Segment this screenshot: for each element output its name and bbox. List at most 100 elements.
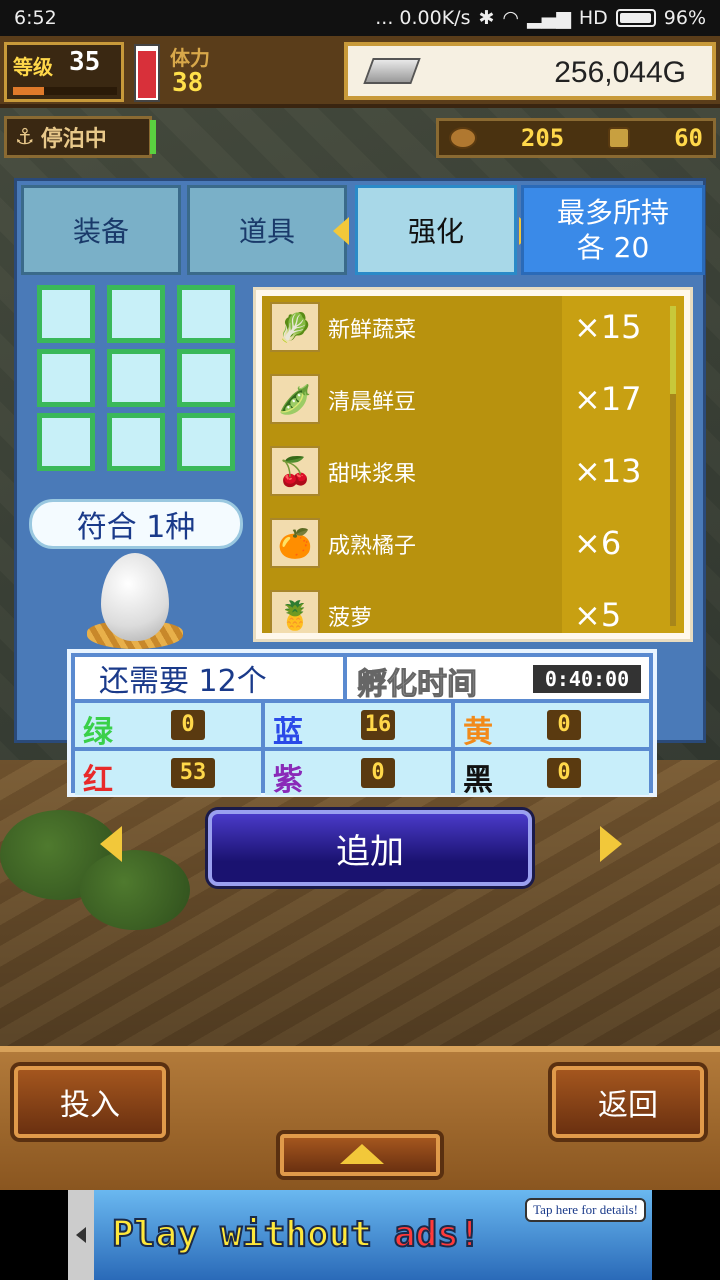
stat-label: 绿 <box>83 715 113 750</box>
stat-value: 53 <box>171 758 215 788</box>
list-item[interactable]: 🍒 甜味浆果 ×13 <box>262 440 684 512</box>
next-arrow-icon[interactable] <box>600 826 622 862</box>
item-name: 新鲜蔬菜 <box>328 318 417 343</box>
food-icon <box>449 127 477 149</box>
berry-icon: 🍒 <box>270 446 320 496</box>
incubation-panel: 装备 道具 强化 最多所持 各 20 符合 1种 🥬 新鲜蔬菜 ×15 🫛 清晨… <box>14 178 706 798</box>
back-button-label: 返回 <box>598 1088 658 1123</box>
stamina-label: 体力 <box>170 46 210 70</box>
slot[interactable] <box>37 349 95 407</box>
tree-decoration <box>80 850 190 930</box>
gold-display: 256,044G <box>344 42 716 100</box>
ad-tip[interactable]: Tap here for details! <box>525 1198 646 1222</box>
stat-red: 红 53 <box>75 751 261 798</box>
stat-value: 0 <box>547 710 581 740</box>
ingredient-slots <box>37 285 241 499</box>
stamina-gauge <box>134 44 160 102</box>
ad-banner[interactable]: Play without ads! Tap here for details! <box>68 1190 652 1280</box>
pineapple-icon: 🍍 <box>270 590 320 633</box>
tab-enhance-label: 强化 <box>407 215 464 248</box>
slot[interactable] <box>177 285 235 343</box>
stat-label: 蓝 <box>273 715 303 750</box>
tab-equipment-label: 装备 <box>72 215 129 248</box>
insert-button[interactable]: 投入 <box>14 1066 166 1138</box>
stat-purple: 紫 0 <box>265 751 451 798</box>
stat-label: 黄 <box>463 715 493 750</box>
stat-blue: 蓝 16 <box>265 703 451 750</box>
level-value: 35 <box>69 47 101 77</box>
level-box: 等级 35 <box>4 42 124 102</box>
orange-icon: 🍊 <box>270 518 320 568</box>
level-progress-fill <box>13 87 45 95</box>
max-hold-line1: 最多所持 <box>556 196 669 229</box>
item-count: ×15 <box>562 296 684 368</box>
network-speed: ... 0.00K/s <box>375 7 471 29</box>
coin-icon <box>608 127 631 149</box>
egg-icon <box>101 553 169 641</box>
arrow-up-icon <box>340 1144 384 1164</box>
item-list-scrollbar[interactable] <box>670 306 676 626</box>
battery-icon <box>615 9 656 27</box>
anchor-icon: ⚓ <box>15 124 35 150</box>
item-count: ×6 <box>562 512 684 584</box>
scrollbar-thumb[interactable] <box>670 306 676 394</box>
slot[interactable] <box>107 349 165 407</box>
hatch-time-value: 0:40:00 <box>533 665 641 693</box>
item-name: 成熟橘子 <box>328 534 417 559</box>
signal-icon: ▂▄▆ <box>527 7 571 29</box>
max-hold-info: 最多所持 各 20 <box>521 185 705 275</box>
tab-enhance[interactable]: 强化 <box>355 185 517 275</box>
list-item[interactable]: 🍊 成熟橘子 ×6 <box>262 512 684 584</box>
item-count: ×5 <box>562 584 684 633</box>
port-status-label: 停泊中 <box>40 127 107 152</box>
port-status[interactable]: ⚓ 停泊中 <box>4 116 152 158</box>
insert-button-label: 投入 <box>60 1088 120 1123</box>
ad-headline: Play without ads! <box>111 1213 482 1256</box>
resource-2-value: 60 <box>674 124 703 152</box>
chevron-left-icon <box>76 1227 86 1243</box>
stat-value: 0 <box>547 758 581 788</box>
stat-yellow: 黄 0 <box>455 703 649 750</box>
list-item[interactable]: 🍍 菠萝 ×5 <box>262 584 684 633</box>
slot[interactable] <box>177 349 235 407</box>
max-hold-line2: 各 20 <box>576 231 650 264</box>
slot[interactable] <box>37 413 95 471</box>
vegetable-icon: 🥬 <box>270 302 320 352</box>
bottom-bar: 投入 返回 <box>0 1046 720 1190</box>
stat-green: 绿 0 <box>75 703 261 750</box>
add-button[interactable]: 追加 <box>208 810 532 886</box>
add-button-label: 追加 <box>336 831 404 872</box>
prev-arrow-icon[interactable] <box>100 826 122 862</box>
back-button[interactable]: 返回 <box>552 1066 704 1138</box>
slot[interactable] <box>177 413 235 471</box>
ad-collapse-button[interactable] <box>68 1190 94 1280</box>
hatch-stats: 还需要 12个 孵化时间 0:40:00 绿 0 蓝 16 黄 0 红 53 紫… <box>67 649 657 798</box>
item-count: ×17 <box>562 368 684 440</box>
item-count: ×13 <box>562 440 684 512</box>
ad-headline-red: ads! <box>393 1213 482 1256</box>
ad-headline-main: Play without <box>111 1213 394 1256</box>
hatch-time-label: 孵化时间 <box>357 667 478 703</box>
bluetooth-icon: ✱ <box>478 7 495 29</box>
port-status-bar <box>150 120 156 154</box>
silver-bar-icon <box>363 58 421 84</box>
list-item[interactable]: 🥬 新鲜蔬菜 ×15 <box>262 296 684 368</box>
expand-up-button[interactable] <box>280 1134 440 1176</box>
slot[interactable] <box>107 285 165 343</box>
ad-bar: Play without ads! Tap here for details! <box>0 1190 720 1280</box>
tab-prev-arrow-icon[interactable] <box>333 217 349 245</box>
tab-items[interactable]: 道具 <box>187 185 347 275</box>
stat-label: 红 <box>83 763 113 798</box>
status-bar: 6:52 ... 0.00K/s ✱ ◠ ▂▄▆ HD 96% <box>0 0 720 36</box>
stamina-gauge-fill <box>138 50 156 98</box>
level-progress-bar <box>13 87 117 95</box>
match-count-label: 符合 1种 <box>76 510 196 545</box>
gold-value: 256,044G <box>554 56 686 89</box>
stat-label: 紫 <box>273 763 303 798</box>
tab-equipment[interactable]: 装备 <box>21 185 181 275</box>
slot[interactable] <box>37 285 95 343</box>
item-name: 清晨鲜豆 <box>328 390 417 415</box>
list-item[interactable]: 🫛 清晨鲜豆 ×17 <box>262 368 684 440</box>
needed-count: 还需要 12个 <box>75 657 343 699</box>
slot[interactable] <box>107 413 165 471</box>
